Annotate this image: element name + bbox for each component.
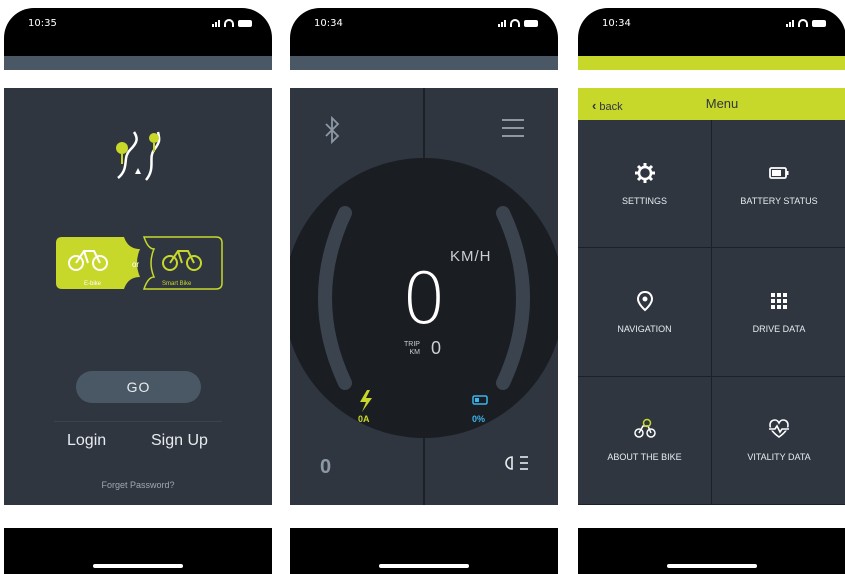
menu-header: ‹ back Menu xyxy=(578,88,845,120)
header-band xyxy=(578,56,845,70)
menu-item-battery-status[interactable]: BATTERY STATUS xyxy=(712,120,845,249)
status-bar: 10:34 xyxy=(290,8,558,56)
menu-item-label: SETTINGS xyxy=(621,195,667,206)
header-white-band xyxy=(4,70,272,88)
headlight-icon[interactable] xyxy=(505,456,528,470)
trip-label: TRIP KM xyxy=(404,341,420,357)
gear-icon xyxy=(634,162,655,183)
trip-value: 0 xyxy=(431,338,442,358)
wifi-icon xyxy=(510,19,520,27)
forgot-password-link[interactable]: Forget Password? xyxy=(4,480,272,490)
battery-icon xyxy=(238,19,252,27)
divider xyxy=(54,421,222,422)
phone-dashboard-screen: 10:34 0 KM/H TRIP KM 0 0A 0% 0 xyxy=(290,8,558,574)
status-time: 10:35 xyxy=(28,18,57,29)
speed-unit: KM/H xyxy=(450,248,492,265)
menu-item-navigation[interactable]: NAVIGATION xyxy=(578,248,712,377)
signal-icon xyxy=(498,19,506,27)
wifi-icon xyxy=(798,19,808,27)
home-indicator[interactable] xyxy=(379,564,469,568)
wifi-icon xyxy=(224,19,234,27)
current-value: 0A xyxy=(358,414,370,424)
header-band xyxy=(290,56,558,70)
grid-icon xyxy=(771,292,787,309)
speed-value: 0 xyxy=(401,258,447,340)
menu-item-label: ABOUT THE BIKE xyxy=(607,452,682,463)
ebike-label: E-bike xyxy=(84,281,102,287)
odometer-value: 0 xyxy=(320,456,332,478)
signal-icon xyxy=(786,19,794,27)
menu-item-vitality-data[interactable]: VITALITY DATA xyxy=(712,377,845,505)
header-white-band xyxy=(290,70,558,88)
battery-icon xyxy=(812,19,826,27)
system-icons xyxy=(212,19,252,27)
battery-percent: 0% xyxy=(472,414,486,424)
phone-login-screen: 10:35 E-bike or Smart Bike GO Login Sign… xyxy=(4,8,272,574)
smart-bike-label: Smart Bike xyxy=(162,281,192,287)
menu-item-label: VITALITY DATA xyxy=(747,452,811,463)
header-band xyxy=(4,56,272,70)
home-indicator[interactable] xyxy=(667,564,757,568)
status-time: 10:34 xyxy=(314,18,343,29)
login-content: E-bike or Smart Bike GO Login Sign Up Fo… xyxy=(4,88,272,505)
footer-white-band xyxy=(290,505,558,528)
location-pin-icon xyxy=(636,290,653,312)
login-link[interactable]: Login xyxy=(67,432,106,450)
header-white-band xyxy=(578,70,845,88)
menu-item-settings[interactable]: SETTINGS xyxy=(578,120,712,249)
status-bar: 10:34 xyxy=(578,8,845,56)
status-bar: 10:35 xyxy=(4,8,272,56)
signup-link[interactable]: Sign Up xyxy=(151,432,208,450)
battery-icon xyxy=(524,19,538,27)
app-logo-icon xyxy=(116,131,161,181)
system-icons xyxy=(786,19,826,27)
bluetooth-icon[interactable] xyxy=(325,115,340,145)
menu-item-about-the-bike[interactable]: ABOUT THE BIKE xyxy=(578,376,712,505)
go-button[interactable]: GO xyxy=(76,371,201,403)
trip-label-bottom: KM xyxy=(409,349,420,356)
hamburger-menu-icon[interactable] xyxy=(502,119,524,137)
home-indicator[interactable] xyxy=(93,564,183,568)
menu-item-label: NAVIGATION xyxy=(617,323,672,334)
or-label: or xyxy=(132,260,140,269)
menu-item-label: DRIVE DATA xyxy=(752,323,806,334)
trip-label-top: TRIP xyxy=(404,341,420,348)
menu-item-drive-data[interactable]: DRIVE DATA xyxy=(712,248,845,377)
bike-icon xyxy=(633,419,656,439)
status-time: 10:34 xyxy=(602,18,631,29)
footer-white-band xyxy=(4,505,272,528)
menu-grid: SETTINGS BATTERY STATUS NAVIGATION DRIVE… xyxy=(578,120,845,505)
signal-icon xyxy=(212,19,220,27)
dashboard-content: 0 KM/H TRIP KM 0 0A 0% 0 xyxy=(290,88,558,505)
page-title: Menu xyxy=(705,96,739,111)
battery-icon xyxy=(769,166,789,179)
phone-menu-screen: 10:34 ‹ back Menu SETTINGS BATTERY STATU… xyxy=(578,8,845,574)
footer-white-band xyxy=(578,505,845,528)
heartbeat-icon xyxy=(769,419,789,439)
menu-item-label: BATTERY STATUS xyxy=(740,195,818,206)
system-icons xyxy=(498,19,538,27)
smart-bike-icon xyxy=(162,250,202,271)
